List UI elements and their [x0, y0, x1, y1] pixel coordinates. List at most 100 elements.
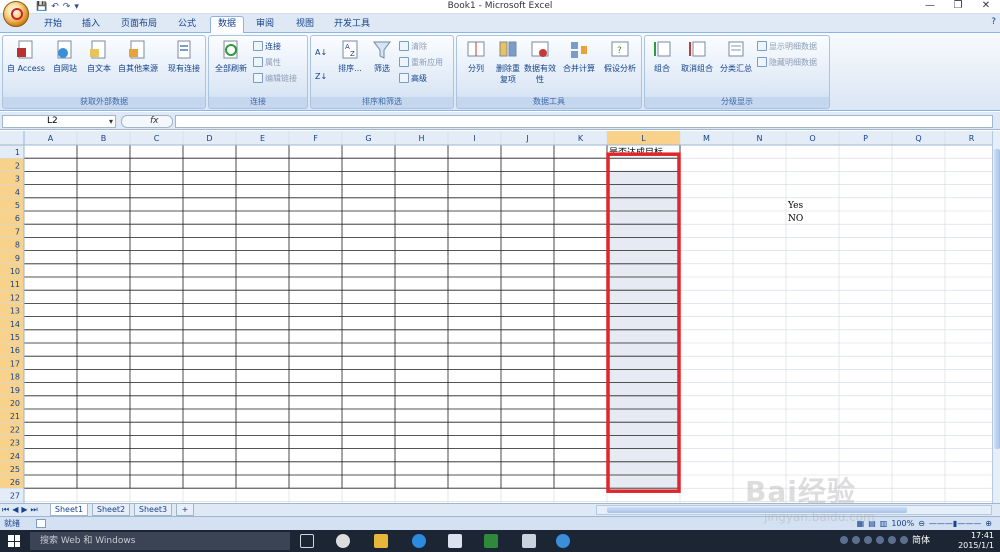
what-if-analysis-button[interactable]: ? 假设分析	[599, 39, 641, 74]
text-to-columns-button[interactable]: 分列	[459, 39, 493, 74]
last-sheet-icon[interactable]: ⏭	[31, 505, 38, 515]
row-header-7[interactable]: 7	[15, 227, 20, 236]
cell-L1[interactable]: 是否达成目标	[609, 146, 663, 158]
prev-sheet-icon[interactable]: ◀	[12, 505, 18, 515]
subtotal-button[interactable]: 分类汇总	[717, 39, 755, 74]
row-header-14[interactable]: 14	[10, 320, 20, 329]
from-access-button[interactable]: 自 Access	[5, 39, 47, 74]
tab-home[interactable]: 开始	[36, 17, 70, 33]
column-header-L[interactable]: L	[641, 134, 646, 143]
input-language[interactable]: 简体	[912, 533, 930, 546]
taskbar-search[interactable]: 搜索 Web 和 Windows	[30, 532, 290, 550]
name-box-dropdown-icon[interactable]: ▾	[109, 116, 113, 127]
column-header-I[interactable]: I	[473, 134, 475, 143]
column-header-P[interactable]: P	[863, 134, 868, 143]
tab-review[interactable]: 审阅	[248, 17, 282, 33]
tray-icon[interactable]	[887, 535, 896, 544]
row-header-26[interactable]: 26	[10, 478, 20, 487]
sort-button[interactable]: AZ 排序...	[333, 39, 367, 74]
row-header-12[interactable]: 12	[10, 293, 20, 302]
tray-icon[interactable]	[839, 535, 848, 544]
active-cell[interactable]	[608, 159, 679, 171]
tray-icon[interactable]	[851, 535, 860, 544]
tab-developer[interactable]: 开发工具	[328, 17, 376, 33]
insert-sheet-icon[interactable]: +	[176, 504, 194, 516]
browser-icon[interactable]	[412, 534, 426, 548]
row-header-4[interactable]: 4	[15, 188, 20, 197]
column-header-O[interactable]: O	[809, 134, 815, 143]
sheet-tab-2[interactable]: Sheet2	[92, 504, 130, 516]
name-box[interactable]: L2 ▾	[2, 115, 116, 128]
vertical-scrollbar[interactable]	[992, 131, 1000, 503]
close-button[interactable]: ✕	[972, 0, 1000, 13]
row-header-18[interactable]: 18	[10, 373, 20, 382]
zoom-slider[interactable]: ———▮———	[929, 519, 981, 528]
column-header-G[interactable]: G	[365, 134, 371, 143]
row-header-17[interactable]: 17	[10, 359, 20, 368]
worksheet-grid[interactable]: A B C D E F G H I J K L M N O P Q R 1 2 3 4 5 6 7 8 9 10 11 12 13 14 15 1…	[0, 131, 992, 503]
row-header-15[interactable]: 15	[10, 333, 20, 342]
row-header-16[interactable]: 16	[10, 346, 20, 355]
macro-record-icon[interactable]	[36, 519, 46, 528]
row-header-13[interactable]: 13	[10, 307, 20, 316]
zoom-in-icon[interactable]: ⊕	[985, 519, 992, 528]
next-sheet-icon[interactable]: ▶	[21, 505, 27, 515]
reapply-button[interactable]: 重新应用	[399, 56, 443, 68]
from-text-button[interactable]: 自文本	[83, 39, 115, 74]
group-button[interactable]: 组合	[647, 39, 677, 74]
properties-button[interactable]: 属性	[253, 56, 281, 68]
column-header-A[interactable]: A	[48, 134, 54, 143]
cell-O6[interactable]: NO	[788, 214, 803, 224]
excel-taskbar-icon[interactable]	[484, 534, 498, 548]
consolidate-button[interactable]: 合并计算	[559, 39, 599, 74]
clear-button[interactable]: 清除	[399, 40, 427, 52]
row-header-23[interactable]: 23	[10, 439, 20, 448]
first-sheet-icon[interactable]: ⏮	[2, 505, 9, 515]
column-header-H[interactable]: H	[418, 134, 424, 143]
cell-grid[interactable]: A B C D E F G H I J K L M N O P Q R1234567891011121314151…	[0, 131, 992, 503]
existing-connections-button[interactable]: 现有连接	[163, 39, 205, 74]
data-validation-button[interactable]: 数据有效性	[523, 39, 557, 85]
cell-O5[interactable]: Yes	[787, 201, 803, 211]
column-header-Q[interactable]: Q	[915, 134, 921, 143]
insert-function-button[interactable]: fx	[121, 115, 173, 128]
show-detail-button[interactable]: 显示明细数据	[757, 40, 817, 52]
column-header-C[interactable]: C	[154, 134, 160, 143]
sort-ascending-button[interactable]: A↓	[315, 46, 327, 58]
sheet-tab-3[interactable]: Sheet3	[134, 504, 172, 516]
windows-start-icon[interactable]	[8, 535, 20, 547]
column-header-F[interactable]: F	[313, 134, 318, 143]
row-header-22[interactable]: 22	[10, 425, 20, 434]
row-header-9[interactable]: 9	[15, 254, 20, 263]
row-header-10[interactable]: 10	[10, 267, 20, 276]
tray-icon[interactable]	[875, 535, 884, 544]
hide-detail-button[interactable]: 隐藏明细数据	[757, 56, 817, 68]
tab-formulas[interactable]: 公式	[170, 17, 204, 33]
tab-page-layout[interactable]: 页面布局	[114, 17, 164, 33]
row-header-6[interactable]: 6	[15, 214, 20, 223]
column-header-N[interactable]: N	[757, 134, 763, 143]
vertical-scroll-thumb[interactable]	[994, 149, 1000, 449]
zoom-level[interactable]: 100%	[891, 519, 914, 528]
task-view-icon[interactable]	[300, 534, 314, 548]
from-web-button[interactable]: 自网站	[47, 39, 83, 74]
row-header-20[interactable]: 20	[10, 399, 20, 408]
minimize-button[interactable]: —	[916, 0, 944, 13]
tab-view[interactable]: 视图	[288, 17, 322, 33]
advanced-button[interactable]: 高级	[399, 72, 427, 84]
remove-duplicates-button[interactable]: 删除重复项	[493, 39, 523, 85]
ungroup-button[interactable]: 取消组合	[677, 39, 717, 74]
app-icon[interactable]	[522, 534, 536, 548]
app-icon[interactable]	[336, 534, 350, 548]
column-header-B[interactable]: B	[101, 134, 107, 143]
file-explorer-icon[interactable]	[374, 534, 388, 548]
row-header-27[interactable]: 27	[10, 491, 20, 500]
app-icon[interactable]	[448, 534, 462, 548]
refresh-all-button[interactable]: 全部刷新	[211, 39, 251, 74]
row-header-24[interactable]: 24	[10, 452, 20, 461]
clock[interactable]: 17:41 2015/1/1	[958, 531, 994, 551]
tab-insert[interactable]: 插入	[74, 17, 108, 33]
tray-icon[interactable]	[899, 535, 908, 544]
edit-links-button[interactable]: 编辑链接	[253, 72, 297, 84]
page-break-view-icon[interactable]: ▥	[880, 519, 888, 528]
